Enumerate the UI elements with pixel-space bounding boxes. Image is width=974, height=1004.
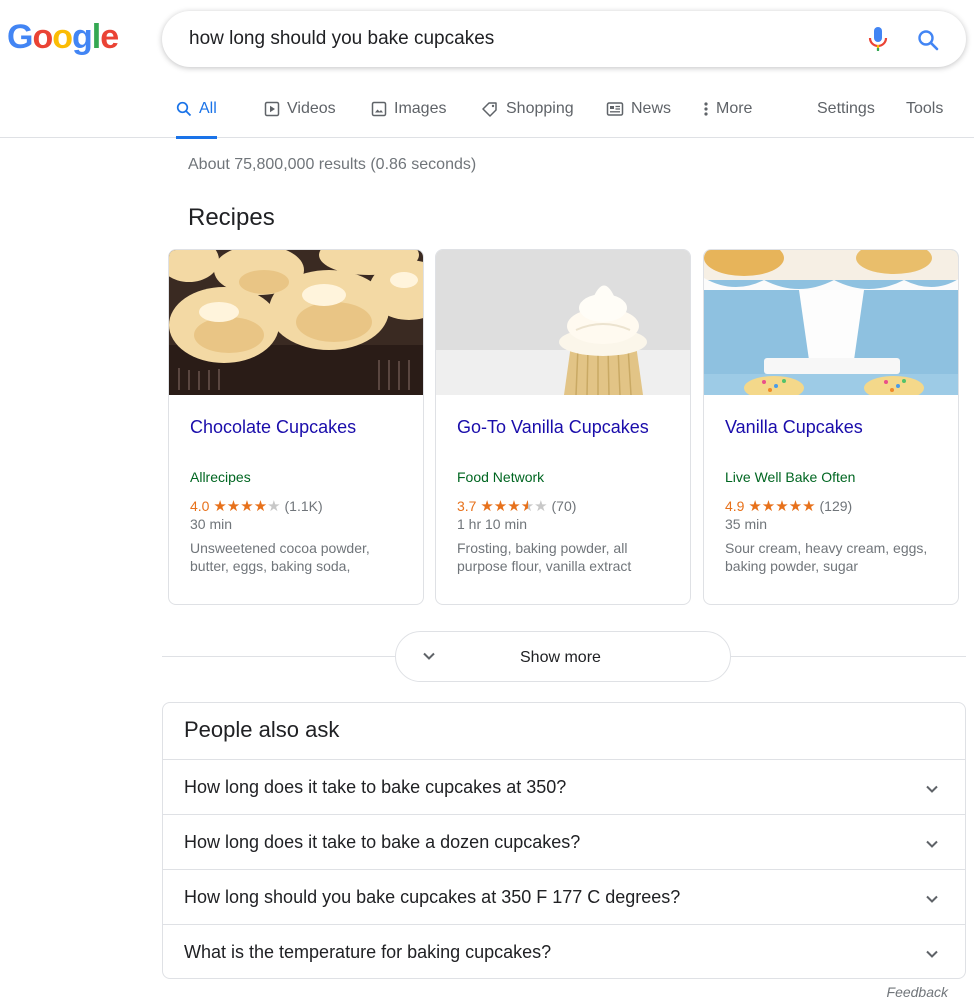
paa-question[interactable]: How long does it take to bake cupcakes a… (163, 759, 965, 814)
chevron-down-icon (423, 652, 435, 660)
logo-letter: o (32, 18, 53, 56)
question-text: What is the temperature for baking cupca… (184, 942, 552, 962)
tab-label: Images (394, 100, 447, 117)
tag-icon (482, 102, 497, 117)
logo-letter: G (7, 18, 33, 56)
google-logo[interactable]: Google (7, 18, 119, 57)
tab-label: More (716, 100, 753, 117)
feedback-link[interactable]: Feedback (887, 984, 948, 1000)
recipe-rating: 4.0 ★★★★★ (1.1K) (190, 497, 323, 515)
search-input[interactable]: how long should you bake cupcakes (189, 28, 494, 50)
search-icon[interactable] (916, 28, 940, 52)
rating-value: 3.7 (457, 498, 477, 514)
people-also-ask: People also ask How long does it take to… (162, 702, 966, 979)
show-more-button[interactable]: Show more (395, 631, 731, 682)
recipe-source: Live Well Bake Often (725, 469, 856, 485)
recipe-rating: 3.7 ★★★★★ (70) (457, 497, 576, 515)
tab-label: Shopping (506, 100, 574, 117)
recipe-image[interactable] (704, 250, 958, 395)
paa-question[interactable]: What is the temperature for baking cupca… (163, 924, 965, 979)
recipes-heading: Recipes (188, 204, 275, 231)
tab-news[interactable]: News (606, 100, 671, 118)
show-more-label: Show more (520, 649, 601, 666)
recipe-time: 1 hr 10 min (457, 516, 528, 532)
rating-value: 4.0 (190, 498, 210, 514)
recipe-time: 30 min (190, 516, 233, 532)
question-text: How long does it take to bake cupcakes a… (184, 777, 567, 797)
logo-letter: e (100, 18, 119, 56)
star-rating-icon: ★★★★★ (480, 498, 548, 515)
recipe-source: Food Network (457, 469, 545, 485)
recipe-image[interactable] (436, 250, 690, 395)
recipe-title[interactable]: Chocolate Cupcakes (190, 417, 356, 438)
paa-question[interactable]: How long does it take to bake a dozen cu… (163, 814, 965, 869)
recipe-time: 35 min (725, 516, 768, 532)
question-text: How long should you bake cupcakes at 350… (184, 887, 681, 907)
logo-letter: o (52, 18, 73, 56)
chevron-down-icon (926, 785, 938, 793)
question-text: How long does it take to bake a dozen cu… (184, 832, 581, 852)
chevron-down-icon (926, 895, 938, 903)
recipe-card[interactable]: Vanilla Cupcakes Live Well Bake Often 4.… (703, 249, 959, 605)
tab-more[interactable]: More (703, 100, 752, 118)
tab-images[interactable]: Images (371, 100, 446, 118)
paa-heading: People also ask (184, 717, 340, 742)
search-tabs: All Videos Images Shopping News More Set… (0, 90, 974, 139)
recipe-rating: 4.9 ★★★★★ (129) (725, 497, 852, 515)
search-box[interactable]: how long should you bake cupcakes (162, 11, 966, 67)
rating-value: 4.9 (725, 498, 745, 514)
star-rating-icon: ★★★★★ (748, 498, 816, 515)
tab-tools[interactable]: Tools (906, 100, 943, 118)
recipe-ingredients: Unsweetened cocoa powder, butter, eggs, … (190, 540, 370, 574)
logo-letter: l (91, 18, 102, 56)
results-stats: About 75,800,000 results (0.86 seconds) (188, 156, 477, 173)
image-icon (371, 101, 387, 117)
rating-count: (70) (551, 498, 577, 514)
recipe-ingredients: Sour cream, heavy cream, eggs, baking po… (725, 540, 928, 574)
news-icon (606, 102, 624, 116)
recipe-image[interactable] (169, 250, 423, 395)
tab-label: Settings (817, 100, 875, 117)
play-icon (264, 101, 280, 117)
tab-label: All (199, 100, 217, 117)
chevron-down-icon (926, 950, 938, 958)
tab-label: Videos (287, 100, 336, 117)
recipe-title[interactable]: Vanilla Cupcakes (725, 417, 863, 438)
tab-label: Tools (906, 100, 944, 117)
tab-label: News (631, 100, 672, 117)
rating-count: (129) (819, 498, 853, 514)
recipe-card[interactable]: Go-To Vanilla Cupcakes Food Network 3.7 … (435, 249, 691, 605)
microphone-icon[interactable] (866, 26, 890, 52)
tab-shopping[interactable]: Shopping (481, 100, 574, 118)
chevron-down-icon (926, 840, 938, 848)
logo-letter: g (72, 18, 93, 56)
recipe-title[interactable]: Go-To Vanilla Cupcakes (457, 417, 649, 438)
paa-question[interactable]: How long should you bake cupcakes at 350… (163, 869, 965, 924)
recipe-source: Allrecipes (190, 469, 251, 485)
tab-all[interactable]: All (176, 100, 217, 139)
more-vert-icon (704, 102, 708, 116)
search-icon (176, 101, 192, 117)
tab-videos[interactable]: Videos (264, 100, 336, 118)
star-rating-icon: ★★★★★ (213, 498, 281, 515)
tab-settings[interactable]: Settings (817, 100, 875, 118)
rating-count: (1.1K) (284, 498, 323, 514)
recipe-card[interactable]: Chocolate Cupcakes Allrecipes 4.0 ★★★★★ … (168, 249, 424, 605)
recipe-ingredients: Frosting, baking powder, all purpose flo… (457, 540, 632, 574)
